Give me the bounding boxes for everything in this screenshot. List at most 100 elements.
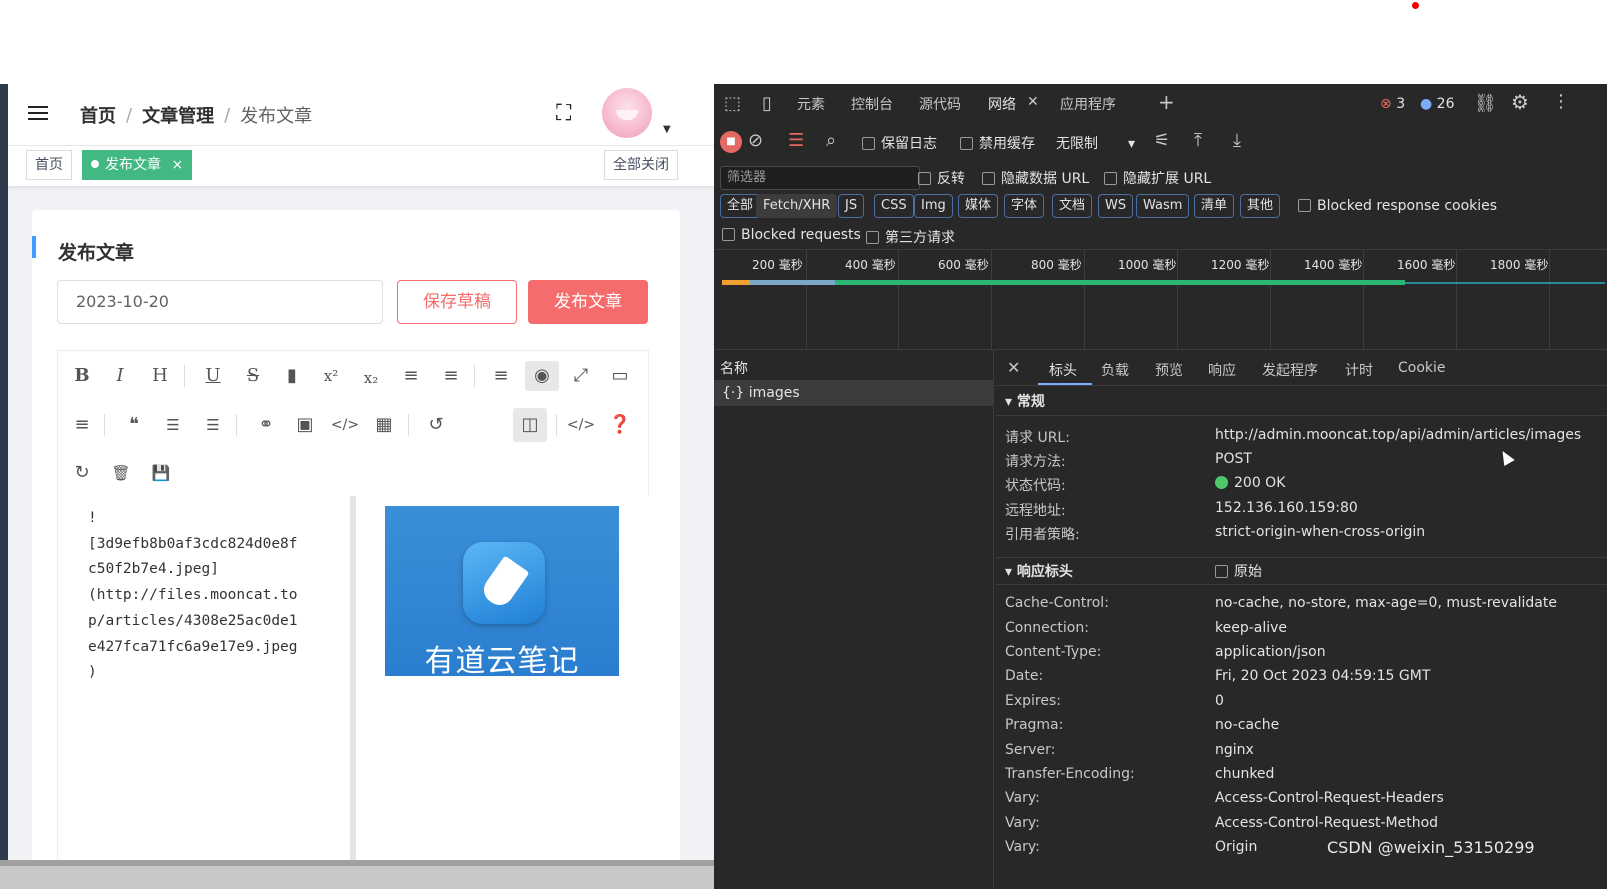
- avatar[interactable]: [602, 88, 652, 138]
- image-icon[interactable]: ▣: [290, 410, 320, 440]
- tab-console[interactable]: 控制台: [851, 94, 893, 114]
- chip-css[interactable]: CSS: [874, 194, 914, 218]
- html-code-icon[interactable]: </>: [566, 410, 596, 440]
- network-timeline[interactable]: 200 毫秒 400 毫秒 600 毫秒 800 毫秒 1000 毫秒 1200…: [714, 249, 1607, 350]
- horizontal-scrollbar[interactable]: [0, 860, 714, 889]
- tab-elements[interactable]: 元素: [797, 94, 825, 114]
- strikethrough-icon[interactable]: S: [238, 361, 268, 391]
- tab-network[interactable]: 网络: [988, 94, 1016, 114]
- filter-input[interactable]: 筛选器: [720, 166, 920, 190]
- code-icon[interactable]: </>: [330, 410, 360, 440]
- clear-icon[interactable]: ⊘: [748, 131, 763, 151]
- filter-icon[interactable]: ☰: [788, 131, 804, 151]
- close-icon[interactable]: ✕: [1007, 358, 1020, 377]
- message-count-badge[interactable]: ● 26: [1420, 96, 1455, 112]
- blocked-response-cookies-checkbox[interactable]: Blocked response cookies: [1298, 198, 1497, 214]
- align-justify-icon[interactable]: ≡: [67, 410, 97, 440]
- bold-icon[interactable]: B: [67, 361, 97, 391]
- align-right-icon[interactable]: ≡: [486, 361, 516, 391]
- error-count-badge[interactable]: ⊗ 3: [1380, 96, 1405, 112]
- add-tab-icon[interactable]: +: [1158, 90, 1175, 114]
- help-icon[interactable]: ❓: [605, 410, 635, 440]
- table-icon[interactable]: ▦: [369, 410, 399, 440]
- chip-fetch-xhr[interactable]: Fetch/XHR: [756, 194, 838, 218]
- chip-font[interactable]: 字体: [1004, 194, 1045, 218]
- disable-cache-checkbox[interactable]: 禁用缓存: [960, 133, 1035, 153]
- chip-other[interactable]: 其他: [1240, 194, 1281, 218]
- tab-cookies[interactable]: Cookie: [1398, 360, 1446, 376]
- more-menu-icon[interactable]: ⋮: [1552, 92, 1570, 112]
- tab-application[interactable]: 应用程序: [1060, 94, 1116, 114]
- fullscreen-icon[interactable]: ⤢: [566, 361, 596, 391]
- superscript-icon[interactable]: x²: [316, 361, 346, 391]
- undo-icon[interactable]: ↺: [421, 410, 451, 440]
- caret-down-icon[interactable]: ▼: [663, 124, 671, 135]
- network-conditions-icon[interactable]: ⚟: [1154, 131, 1170, 151]
- window-icon[interactable]: ▭: [605, 361, 635, 391]
- tab-initiator[interactable]: 发起程序: [1262, 360, 1318, 380]
- chip-all[interactable]: 全部: [720, 194, 761, 218]
- tab-timing[interactable]: 计时: [1345, 360, 1373, 380]
- breadcrumb-home[interactable]: 首页: [80, 102, 116, 128]
- third-party-requests-checkbox[interactable]: 第三方请求: [866, 227, 955, 247]
- tab-preview[interactable]: 预览: [1155, 360, 1183, 380]
- redo-icon[interactable]: ↻: [67, 458, 97, 488]
- remote-devices-icon[interactable]: ⛓: [1474, 94, 1497, 114]
- import-har-icon[interactable]: ⤒: [1194, 131, 1202, 151]
- invert-checkbox[interactable]: 反转: [918, 168, 965, 188]
- chip-media[interactable]: 媒体: [958, 194, 999, 218]
- hide-preview-icon[interactable]: ◉: [525, 361, 559, 391]
- link-icon[interactable]: ⚭: [251, 410, 281, 440]
- tab-response[interactable]: 响应: [1208, 360, 1236, 380]
- fullscreen-icon[interactable]: ⛶: [556, 102, 580, 126]
- breadcrumb-section[interactable]: 文章管理: [142, 102, 214, 128]
- search-icon[interactable]: ⌕: [826, 131, 836, 151]
- unordered-list-icon[interactable]: ☰: [198, 410, 228, 440]
- close-icon[interactable]: ×: [171, 157, 183, 173]
- split-view-icon[interactable]: ◫: [513, 408, 547, 442]
- italic-icon[interactable]: I: [105, 361, 135, 391]
- chip-js[interactable]: JS: [838, 194, 865, 218]
- align-center-icon[interactable]: ≡: [436, 361, 466, 391]
- settings-gear-icon[interactable]: ⚙: [1511, 92, 1529, 112]
- heading-icon[interactable]: H: [145, 361, 175, 391]
- trash-icon[interactable]: 🗑: [106, 458, 136, 488]
- tab-headers[interactable]: 标头: [1049, 360, 1077, 380]
- record-stop-icon[interactable]: ■: [720, 131, 742, 153]
- save-draft-button[interactable]: 保存草稿: [397, 280, 517, 324]
- preserve-log-checkbox[interactable]: 保留日志: [862, 133, 937, 153]
- align-left-icon[interactable]: ≡: [396, 361, 426, 391]
- hide-extension-url-checkbox[interactable]: 隐藏扩展 URL: [1104, 168, 1211, 188]
- close-icon[interactable]: ✕: [1027, 94, 1039, 110]
- quote-icon[interactable]: ❝: [119, 410, 149, 440]
- save-icon[interactable]: 💾: [146, 458, 176, 488]
- chip-wasm[interactable]: Wasm: [1136, 194, 1190, 218]
- ordered-list-icon[interactable]: ☰: [158, 410, 188, 440]
- chip-doc[interactable]: 文档: [1052, 194, 1093, 218]
- tab-sources[interactable]: 源代码: [919, 94, 961, 114]
- request-row[interactable]: {·} images: [714, 380, 994, 406]
- markdown-source[interactable]: ! [3d9efb8b0af3cdc824d0e8f c50f2b7e4.jpe…: [58, 496, 350, 889]
- inspect-icon[interactable]: ⬚: [724, 94, 741, 114]
- chip-ws[interactable]: WS: [1098, 194, 1134, 218]
- chip-manifest[interactable]: 清单: [1194, 194, 1235, 218]
- blocked-requests-checkbox[interactable]: Blocked requests: [722, 227, 861, 243]
- tag-home[interactable]: 首页: [26, 150, 72, 180]
- export-har-icon[interactable]: ⤓: [1233, 131, 1241, 151]
- general-section-header[interactable]: ▾ 常规: [995, 388, 1607, 416]
- hamburger-menu-icon[interactable]: [28, 106, 48, 122]
- publish-button[interactable]: 发布文章: [528, 280, 648, 324]
- bookmark-icon[interactable]: ▮: [277, 361, 307, 391]
- chip-img[interactable]: Img: [914, 194, 953, 218]
- response-headers-section-header[interactable]: ▾ 响应标头 原始: [995, 557, 1607, 585]
- hide-data-url-checkbox[interactable]: 隐藏数据 URL: [982, 168, 1089, 188]
- tab-payload[interactable]: 负载: [1101, 360, 1129, 380]
- close-all-button[interactable]: 全部关闭: [604, 150, 678, 180]
- throttling-select[interactable]: 无限制 ▾: [1056, 133, 1135, 153]
- subscript-icon[interactable]: x₂: [356, 363, 386, 393]
- raw-checkbox[interactable]: 原始: [1215, 558, 1262, 586]
- device-toolbar-icon[interactable]: ▯: [762, 94, 772, 114]
- underline-icon[interactable]: U: [198, 361, 228, 391]
- tag-publish-article[interactable]: 发布文章 ×: [82, 150, 193, 180]
- name-column-header[interactable]: 名称: [720, 358, 748, 378]
